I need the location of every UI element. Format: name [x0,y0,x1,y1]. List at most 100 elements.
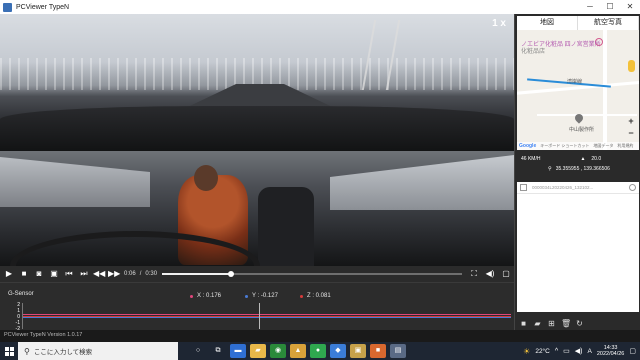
g-sensor-plot[interactable] [22,303,511,329]
google-logo: Google [519,143,537,149]
minimize-button[interactable]: ─ [580,0,600,14]
status-bar: PCViewer TypeN Version 1.0.17 [0,330,640,342]
location-icon: ⚲ [548,166,552,172]
tab-map[interactable]: 地図 [517,16,578,30]
stop-icon[interactable]: ■ [18,268,30,280]
g-sensor-panel: G-Sensor X : 0.176 Y : -0.127 Z : 0.081 … [0,282,514,332]
camera-icon[interactable]: ▣ [48,268,60,280]
volume-tray-icon[interactable]: ◀) [575,347,583,355]
file-name: 0000034L20220426_132102... [532,185,594,190]
list-item[interactable]: 0000034L20220426_132102... [517,182,639,194]
clock[interactable]: 14:33 2022/04/26 [597,345,625,358]
file-list: 0000034L20220426_132102... [517,182,639,312]
street-view-pegman-icon[interactable] [628,60,635,72]
x-legend-dot [190,294,193,298]
notification-icon[interactable]: ▢ [629,347,636,355]
altitude-value: 20.0 [591,156,602,162]
keyboard-shortcuts-link[interactable]: キーボード ショートカット [540,143,589,149]
chevron-up-icon[interactable]: ^ [555,348,558,355]
map-poi-name: ノエビア化粧品 四ノ宮営業所 [521,42,601,48]
app-icon-2[interactable]: ▲ [290,344,306,358]
g-sensor-z-value: Z : 0.081 [307,293,331,299]
g-sensor-axis: 2 1 0 -1 -2 [12,302,20,332]
search-placeholder: ここに入力して検索 [33,349,93,356]
chrome-icon[interactable]: ◉ [270,344,286,358]
next-file-icon[interactable]: ⏭ [78,268,90,280]
folder-icon[interactable]: ▰ [533,319,542,328]
taskbar: ⚲ ここに入力して検索 ○ ⧉ ▬ ▰ ◉ ▲ ● ◆ ▣ ■ ▤ ☀ 22°C… [0,342,640,360]
time-separator: / [139,271,142,277]
ime-indicator[interactable]: A [588,348,592,355]
fullscreen-icon[interactable]: ⛶ [468,268,480,280]
gps-stats: 46 KM/H ▲ 20.0 ⚲ 35.355955 , 139.366506 [521,154,637,174]
task-view-icon[interactable]: ⧉ [210,344,226,358]
playback-controls: ▶ ■ ◙ ▣ ⏮ ⏭ ◀◀ ▶▶ 0:06 / 0:30 ⛶ ◀) ▢ [0,266,514,282]
close-button[interactable]: ✕ [620,0,640,14]
y-series-line [23,317,511,318]
previous-file-icon[interactable]: ⏮ [63,268,75,280]
current-time: 0:06 [124,271,136,277]
start-button[interactable] [0,342,18,360]
app-icon-3[interactable]: ◆ [330,344,346,358]
total-time: 0:30 [145,271,158,277]
file-checkbox[interactable] [520,184,527,191]
map-road-label: 湾岸線 [567,79,583,85]
line-icon[interactable]: ● [310,344,326,358]
volume-icon[interactable]: ◀) [484,268,496,280]
weather-icon[interactable]: ☀ [523,347,530,356]
rewind-icon[interactable]: ◀◀ [93,268,105,280]
refresh-icon[interactable]: ↻ [575,319,584,328]
g-sensor-y-value: Y : -0.127 [252,293,278,299]
file-radio[interactable] [629,184,636,191]
taskbar-search[interactable]: ⚲ ここに入力して検索 [18,342,178,360]
seek-bar[interactable] [162,271,462,277]
system-tray: ☀ 22°C ^ ▭ ◀) A 14:33 2022/04/26 ▢ [523,342,636,360]
z-legend-dot [300,294,303,298]
fast-forward-icon[interactable]: ▶▶ [108,268,120,280]
map-poi-label: ノエビア化粧品 四ノ宮営業所 化粧品店 [521,42,601,56]
y-legend-dot [245,294,248,298]
seek-bar-knob[interactable] [228,271,234,277]
playback-speed-indicator: 1 x [492,18,506,29]
z-series-line [23,316,511,317]
speed-value: 46 KM/H [521,156,541,162]
snapshot-icon[interactable]: ◙ [33,268,45,280]
interior-camera-view [0,151,514,266]
temperature[interactable]: 22°C [535,348,550,355]
g-sensor-z: Z : 0.081 [300,293,331,299]
driver-head [194,165,218,191]
maximize-button[interactable]: ☐ [600,0,620,14]
select-all-icon[interactable]: ■ [519,319,528,328]
map-footer: Google キーボード ショートカット 地図データ 利用規約 [517,142,639,150]
side-panel: 地図 航空写真 ノエビア化粧品 四ノ宮営業所 化粧品店 湾岸線 中山製作所 + … [514,14,640,330]
tab-satellite[interactable]: 航空写真 [578,16,639,30]
terms-link[interactable]: 利用規約 [617,143,633,149]
g-sensor-x-value: X : 0.176 [197,293,222,299]
app-icon-5[interactable]: ■ [370,344,386,358]
window-mode-icon[interactable]: ▢ [500,268,512,280]
play-icon[interactable]: ▶ [3,268,15,280]
delete-icon[interactable]: 🗑 [561,319,571,328]
x-series-line [23,314,511,315]
zoom-out-button[interactable]: − [626,128,636,138]
map-road [537,114,637,116]
app-icon [3,2,12,12]
add-icon[interactable]: ⊞ [547,319,556,328]
map-data-link[interactable]: 地図データ [593,143,613,149]
g-sensor-title: G-Sensor [8,291,34,297]
video-panel[interactable]: 1 x [0,14,514,266]
map-poi-category: 化粧品店 [521,49,546,55]
app-icon-1[interactable]: ▬ [230,344,246,358]
map-road [603,30,607,150]
rear-window-left [0,157,150,207]
altitude-icon: ▲ [580,156,586,162]
version-label: PCViewer TypeN Version 1.0.17 [4,332,83,338]
app-window: PCViewer TypeN ─ ☐ ✕ 1 x ▶ ■ ◙ ▣ ⏮ ⏭ ◀◀ … [0,0,640,342]
file-explorer-icon[interactable]: ▰ [250,344,266,358]
pcviewer-taskbar-icon[interactable]: ▤ [390,344,406,358]
zoom-in-button[interactable]: + [626,116,636,126]
map-view[interactable]: ノエビア化粧品 四ノ宮営業所 化粧品店 湾岸線 中山製作所 + − Google… [517,30,639,150]
cortana-icon[interactable]: ○ [190,344,206,358]
network-icon[interactable]: ▭ [563,347,570,355]
app-icon-4[interactable]: ▣ [350,344,366,358]
